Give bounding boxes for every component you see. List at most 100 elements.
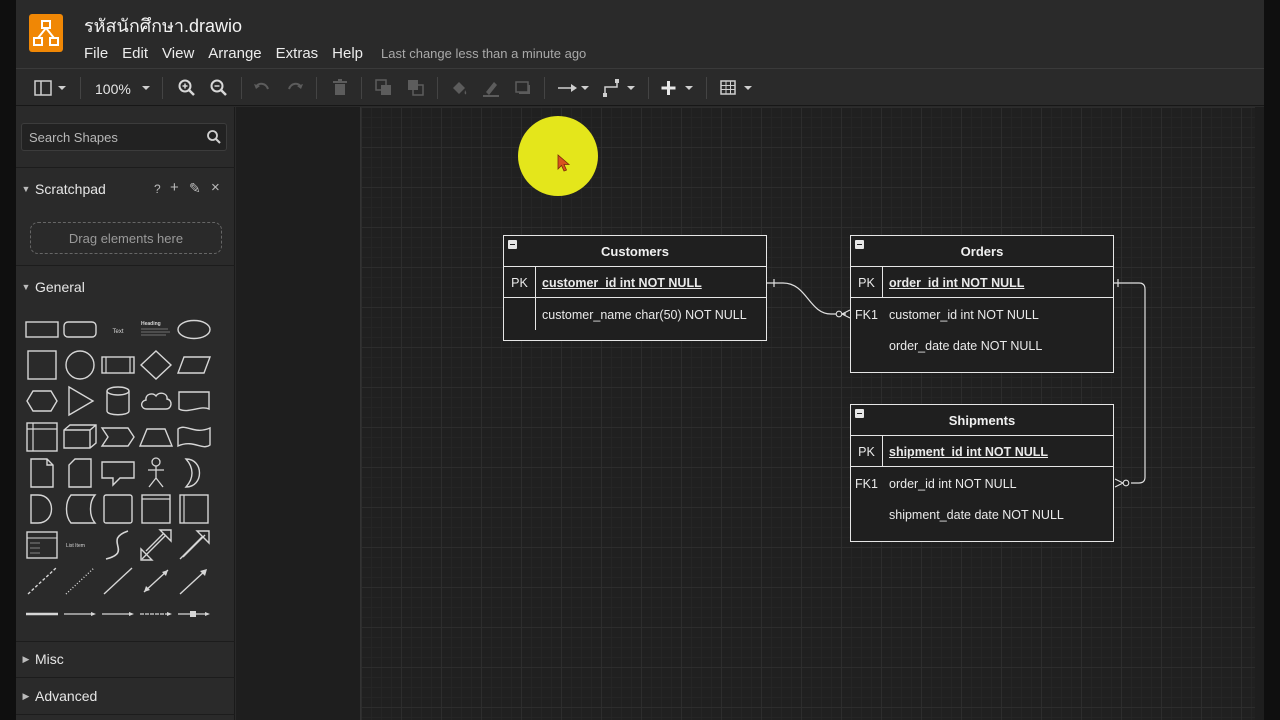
collapse-arrow-icon: ▶ (22, 690, 30, 701)
shape-connector-symbol[interactable] (176, 604, 212, 638)
waypoints-button[interactable] (602, 75, 638, 101)
menu-file[interactable]: File (84, 45, 108, 62)
shape-diamond[interactable] (138, 348, 174, 382)
shape-document[interactable] (176, 384, 212, 418)
to-back-icon (408, 80, 424, 96)
shape-dotted-line[interactable] (62, 564, 98, 598)
shape-list-item[interactable]: List Item (62, 528, 98, 562)
shape-ellipse[interactable] (176, 312, 212, 346)
header: รหัสนักศึกษา.drawio File Edit View Arran… (16, 0, 1264, 68)
shape-line[interactable] (100, 564, 136, 598)
scratchpad-close-icon[interactable]: × (211, 179, 220, 196)
to-front-icon (375, 79, 391, 95)
shape-bidirectional-arrow[interactable] (138, 528, 174, 562)
shape-cloud[interactable] (138, 384, 174, 418)
shadow-icon (515, 81, 530, 94)
general-header[interactable]: ▼ General (16, 270, 235, 304)
menu-extras[interactable]: Extras (276, 45, 319, 62)
shape-circle[interactable] (62, 348, 98, 382)
shape-connector-2-labels[interactable] (100, 604, 136, 638)
search-input[interactable] (22, 124, 202, 150)
shape-tape[interactable] (176, 420, 212, 454)
shape-actor[interactable] (138, 456, 174, 490)
shape-link[interactable] (24, 604, 60, 638)
shape-dashed-line[interactable] (24, 564, 60, 598)
shape-trapezoid[interactable] (138, 420, 174, 454)
table-icon (720, 80, 752, 95)
undo-button[interactable] (251, 75, 273, 101)
fill-color-button[interactable] (448, 75, 470, 101)
advanced-header[interactable]: ▶ Advanced (16, 679, 235, 713)
drawio-window: รหัสนักศึกษา.drawio File Edit View Arran… (16, 0, 1264, 720)
shape-list[interactable] (24, 528, 60, 562)
menu-help[interactable]: Help (332, 45, 363, 62)
shape-connector-3-labels[interactable] (138, 604, 174, 638)
scratchpad-drop-zone[interactable]: Drag elements here (30, 222, 222, 254)
zoom-dropdown[interactable] (138, 75, 154, 101)
format-panel-button[interactable] (32, 75, 72, 101)
to-back-button[interactable] (405, 75, 427, 101)
shape-connector-label[interactable] (62, 604, 98, 638)
search-icon[interactable] (206, 129, 222, 145)
diagram-page[interactable]: Customers PK customer_id int NOT NULL cu… (360, 107, 1255, 720)
shape-swimlane[interactable] (176, 492, 212, 526)
shape-process[interactable] (100, 348, 136, 382)
shape-text[interactable]: Text (100, 312, 136, 346)
shape-callout[interactable] (100, 456, 136, 490)
shape-card[interactable] (62, 456, 98, 490)
shape-rounded-rectangle[interactable] (62, 312, 98, 346)
zoom-out-icon (210, 79, 227, 96)
shape-cylinder[interactable] (100, 384, 136, 418)
menu-arrange[interactable]: Arrange (208, 45, 261, 62)
drawio-logo-icon (29, 14, 63, 52)
shape-step[interactable] (100, 420, 136, 454)
shape-rectangle[interactable] (24, 312, 60, 346)
svg-text:List Item: List Item (66, 543, 85, 549)
svg-text:Text: Text (112, 329, 123, 335)
shape-delay[interactable] (24, 492, 60, 526)
shape-data-storage[interactable] (62, 492, 98, 526)
scratchpad-edit-icon[interactable]: ✎ (189, 180, 201, 197)
shape-frame[interactable] (138, 492, 174, 526)
scratchpad-add-icon[interactable]: + (170, 179, 179, 196)
general-shapes-grid: Text Heading List Item (16, 312, 235, 642)
line-color-button[interactable] (480, 75, 502, 101)
to-front-button[interactable] (373, 75, 395, 101)
shape-note[interactable] (24, 456, 60, 490)
shape-bidirectional-connector[interactable] (138, 564, 174, 598)
shape-arrow[interactable] (176, 528, 212, 562)
shape-triangle[interactable] (62, 384, 98, 418)
misc-header[interactable]: ▶ Misc (16, 642, 235, 676)
shape-internal-storage[interactable] (24, 420, 60, 454)
advanced-label: Advanced (35, 688, 98, 704)
shape-textbox[interactable]: Heading (138, 312, 174, 346)
shadow-button[interactable] (512, 75, 534, 101)
relation-orders-shipments[interactable] (1114, 279, 1146, 488)
format-panel-icon (34, 80, 66, 96)
shape-container[interactable] (100, 492, 136, 526)
scratchpad-help-icon[interactable]: ? (154, 182, 161, 196)
connection-style-button[interactable] (556, 75, 592, 101)
document-title[interactable]: รหัสนักศึกษา.drawio (84, 11, 242, 40)
diagram-canvas[interactable]: Customers PK customer_id int NOT NULL cu… (236, 107, 1264, 720)
menu-edit[interactable]: Edit (122, 45, 148, 62)
insert-button[interactable] (660, 75, 696, 101)
shape-cube[interactable] (62, 420, 98, 454)
relation-customers-orders[interactable] (767, 279, 851, 319)
redo-button[interactable] (284, 75, 306, 101)
delete-button[interactable] (329, 75, 351, 101)
scratchpad-header[interactable]: ▼ Scratchpad (16, 172, 235, 206)
shape-or[interactable] (176, 456, 212, 490)
shape-square[interactable] (24, 348, 60, 382)
shape-parallelogram[interactable] (176, 348, 212, 382)
redo-icon (288, 82, 303, 90)
menu-view[interactable]: View (162, 45, 194, 62)
shape-curve[interactable] (100, 528, 136, 562)
zoom-in-button[interactable] (176, 75, 198, 101)
table-button[interactable] (719, 75, 755, 101)
shape-hexagon[interactable] (24, 384, 60, 418)
last-change-status[interactable]: Last change less than a minute ago (381, 46, 586, 61)
zoom-level[interactable]: 100% (95, 81, 131, 97)
shape-directional-connector[interactable] (176, 564, 212, 598)
zoom-out-button[interactable] (208, 75, 230, 101)
